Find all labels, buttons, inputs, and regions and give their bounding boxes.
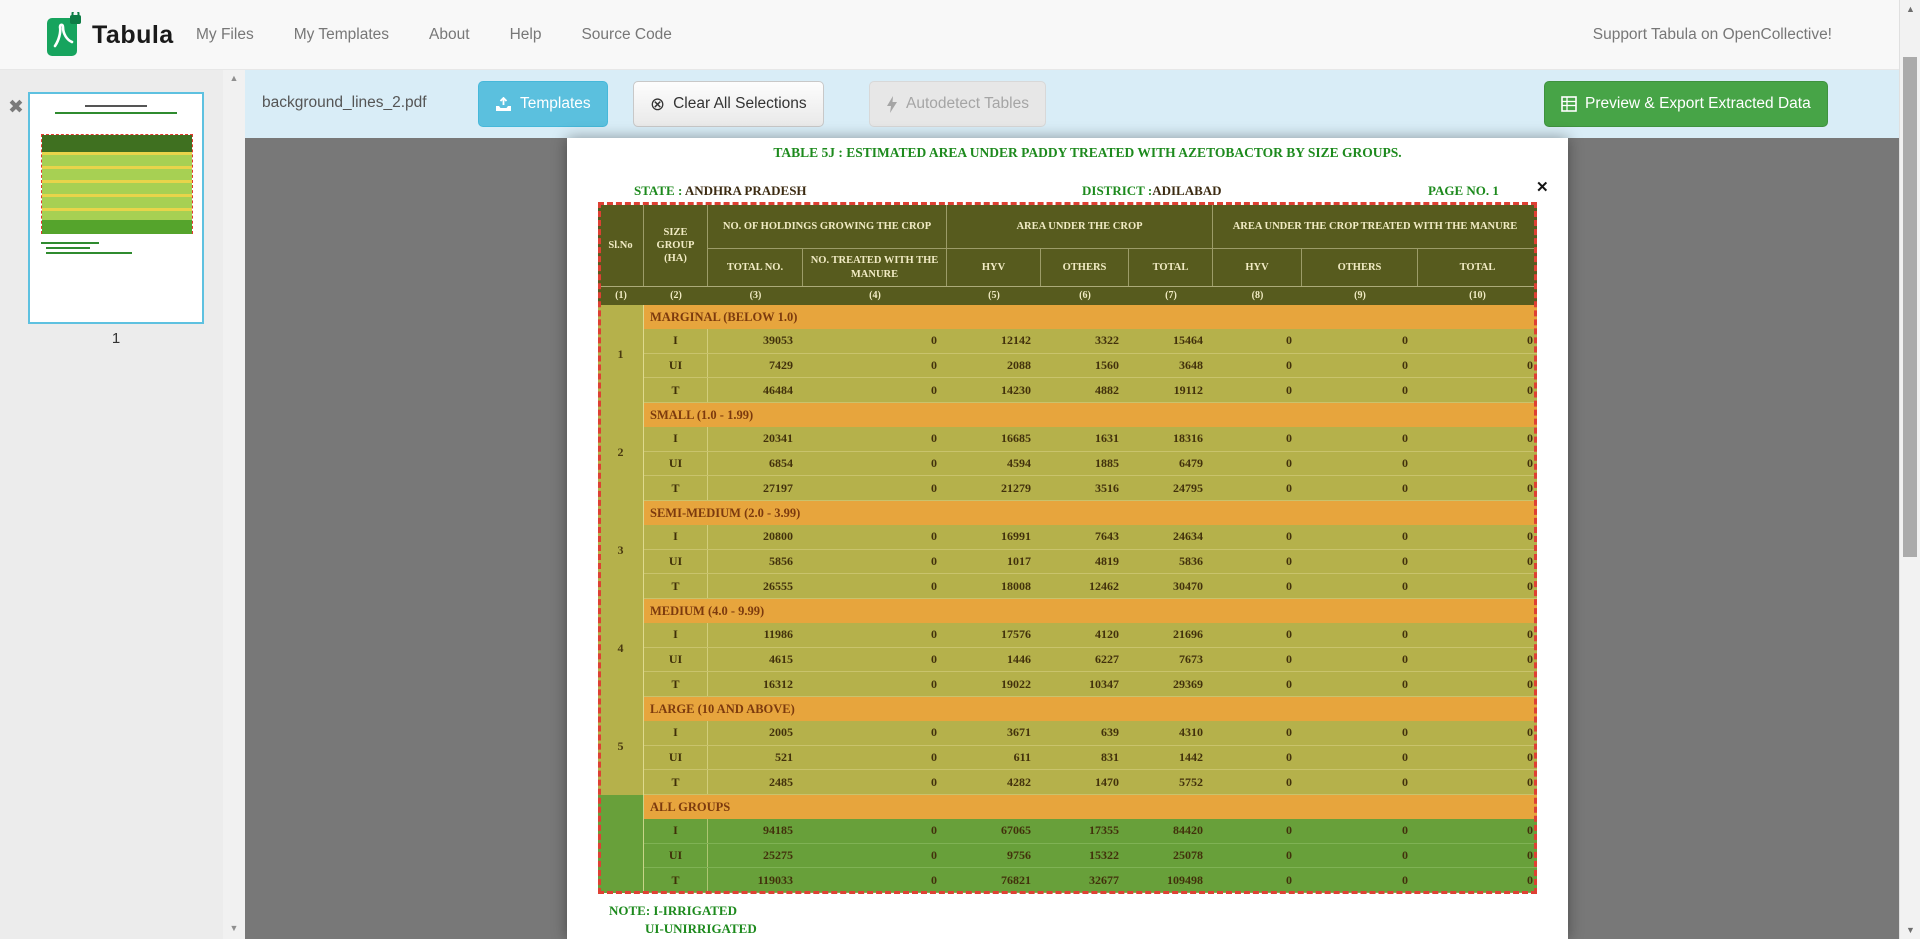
preview-export-button[interactable]: Preview & Export Extracted Data [1544, 81, 1828, 127]
pdf-page[interactable]: TABLE 5J : ESTIMATED AREA UNDER PADDY TR… [567, 138, 1568, 939]
sidebar-scroll-down-icon[interactable]: ▼ [223, 923, 245, 933]
clear-selections-icon: ⊗ [650, 95, 665, 113]
thumb-subtitle-line [55, 112, 177, 114]
toolbar: background_lines_2.pdf Templates ⊗ Clear… [245, 70, 1899, 138]
clear-all-selections-button[interactable]: ⊗ Clear All Selections [633, 81, 824, 127]
district-field: DISTRICT :ADILABAD [1082, 183, 1222, 199]
scroll-up-icon[interactable]: ▲ [1900, 4, 1920, 14]
thumbnail-page-number: 1 [28, 330, 204, 347]
templates-upload-icon [495, 97, 512, 112]
thumb-table-footer [42, 220, 192, 234]
tabula-logo-icon [46, 12, 82, 58]
district-label: DISTRICT : [1082, 183, 1152, 198]
nav-my-templates[interactable]: My Templates [294, 26, 389, 44]
thumb-table-selection [41, 134, 193, 234]
selection-box[interactable] [598, 202, 1537, 894]
templates-button-label: Templates [520, 95, 591, 113]
nav-my-files[interactable]: My Files [196, 26, 254, 44]
thumb-note-line [41, 242, 99, 244]
state-field: STATE : ANDHRA PRADESH [634, 183, 807, 199]
scrollbar-thumb[interactable] [1903, 57, 1917, 557]
thumb-title-line [85, 105, 147, 107]
note-line-2: UI-UNIRRIGATED [645, 921, 757, 937]
spreadsheet-icon [1561, 96, 1577, 112]
pdf-viewer-area: TABLE 5J : ESTIMATED AREA UNDER PADDY TR… [245, 138, 1899, 939]
nav-about[interactable]: About [429, 26, 470, 44]
thumb-table-body [42, 152, 192, 220]
autodetect-tables-button[interactable]: Autodetect Tables [869, 81, 1046, 127]
brand-title: Tabula [92, 21, 174, 50]
thumb-note-line [46, 252, 132, 254]
navbar: Tabula My Files My Templates About Help … [0, 0, 1920, 70]
scroll-down-icon[interactable]: ▼ [1900, 925, 1920, 935]
note-line-1: NOTE: I-IRRIGATED [609, 903, 737, 919]
district-value: ADILABAD [1152, 183, 1221, 198]
remove-page-icon[interactable]: ✖ [8, 96, 24, 119]
page-number-field: PAGE NO. 1 [1428, 183, 1499, 199]
open-file-name: background_lines_2.pdf [262, 94, 427, 112]
support-link[interactable]: Support Tabula on OpenCollective! [1593, 0, 1832, 70]
thumb-table-header [42, 135, 192, 152]
nav-source-code[interactable]: Source Code [581, 26, 671, 44]
clear-button-label: Clear All Selections [673, 95, 807, 113]
state-value: ANDHRA PRADESH [685, 183, 807, 198]
thumbnail-sidebar: ✖ 1 [0, 70, 223, 939]
window-scrollbar[interactable]: ▲ ▼ [1899, 0, 1920, 939]
nav-help[interactable]: Help [510, 26, 542, 44]
selection-close-icon[interactable]: ✕ [1536, 178, 1549, 196]
sidebar-scrollbar[interactable]: ▲ ▼ [223, 70, 245, 939]
lightning-bolt-icon [886, 96, 898, 113]
templates-button[interactable]: Templates [478, 81, 608, 127]
sidebar-scroll-up-icon[interactable]: ▲ [223, 73, 245, 83]
brand-link[interactable]: Tabula [46, 12, 174, 58]
thumb-note-line [46, 247, 90, 249]
export-button-label: Preview & Export Extracted Data [1585, 95, 1811, 113]
autodetect-button-label: Autodetect Tables [906, 95, 1029, 113]
state-label: STATE : [634, 183, 682, 198]
page-thumbnail[interactable] [28, 92, 204, 324]
document-title: TABLE 5J : ESTIMATED AREA UNDER PADDY TR… [607, 145, 1568, 161]
main-nav: My Files My Templates About Help Source … [196, 0, 672, 70]
